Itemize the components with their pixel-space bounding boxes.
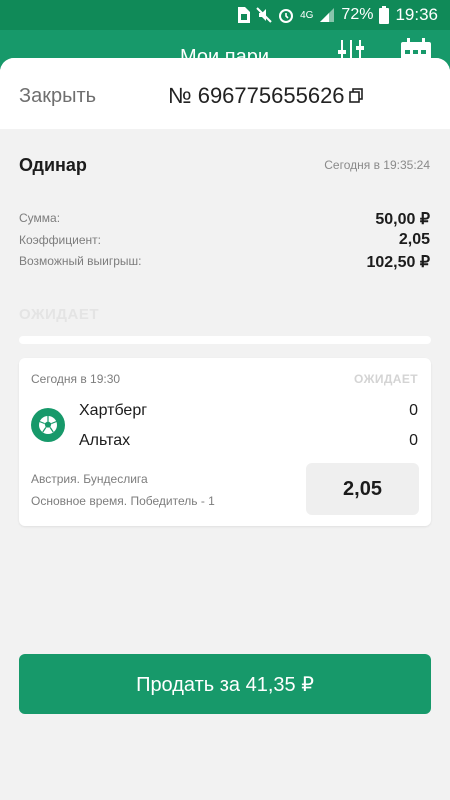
league-name: Австрия. Бундеслига xyxy=(31,472,148,486)
possible-win-label: Возможный выигрыш: xyxy=(19,254,142,268)
home-team: Хартберг xyxy=(79,402,148,419)
network-4g-icon: 4G xyxy=(300,9,314,21)
event-card: Сегодня в 19:30 ОЖИДАЕТ Хартберг 0 Альта… xyxy=(19,358,431,526)
sim-icon xyxy=(236,7,251,23)
odds-button[interactable]: 2,05 xyxy=(306,463,419,515)
away-score: 0 xyxy=(409,432,418,449)
signal-icon xyxy=(319,7,335,23)
bet-timestamp: Сегодня в 19:35:24 xyxy=(324,158,430,172)
clock: 19:36 xyxy=(395,5,438,24)
coefficient-label: Коэффициент: xyxy=(19,233,101,247)
soccer-ball-icon xyxy=(31,408,65,442)
stake-value: 50,00 ₽ xyxy=(375,211,430,228)
bet-type: Одинар xyxy=(19,155,87,175)
away-team: Альтах xyxy=(79,432,131,449)
alarm-icon xyxy=(278,7,294,23)
market-name: Основное время. Победитель - 1 xyxy=(31,494,215,508)
battery-percent: 72% xyxy=(341,6,374,23)
bet-progress-bar xyxy=(19,336,431,344)
copy-icon[interactable] xyxy=(348,88,363,104)
possible-win-value: 102,50 ₽ xyxy=(366,254,430,271)
bet-number-text: № 696775655626 xyxy=(168,83,345,108)
sheet-header: Закрыть № 696775655626 xyxy=(0,58,450,129)
coefficient-value: 2,05 xyxy=(398,231,430,248)
event-status: ОЖИДАЕТ xyxy=(354,372,418,386)
mute-icon xyxy=(256,7,272,23)
close-button[interactable]: Закрыть xyxy=(19,85,96,108)
bet-number: № 696775655626 xyxy=(168,83,363,109)
home-score: 0 xyxy=(409,402,418,419)
bet-status: ОЖИДАЕТ xyxy=(19,306,99,323)
sell-button[interactable]: Продать за 41,35 ₽ xyxy=(19,654,431,714)
bet-details-sheet: Закрыть № 696775655626 Одинар Сегодня в … xyxy=(0,58,450,800)
status-bar: 4G 72% 19:36 xyxy=(0,0,450,30)
stake-label: Сумма: xyxy=(19,211,61,225)
battery-icon xyxy=(379,6,390,24)
event-time: Сегодня в 19:30 xyxy=(31,372,121,386)
